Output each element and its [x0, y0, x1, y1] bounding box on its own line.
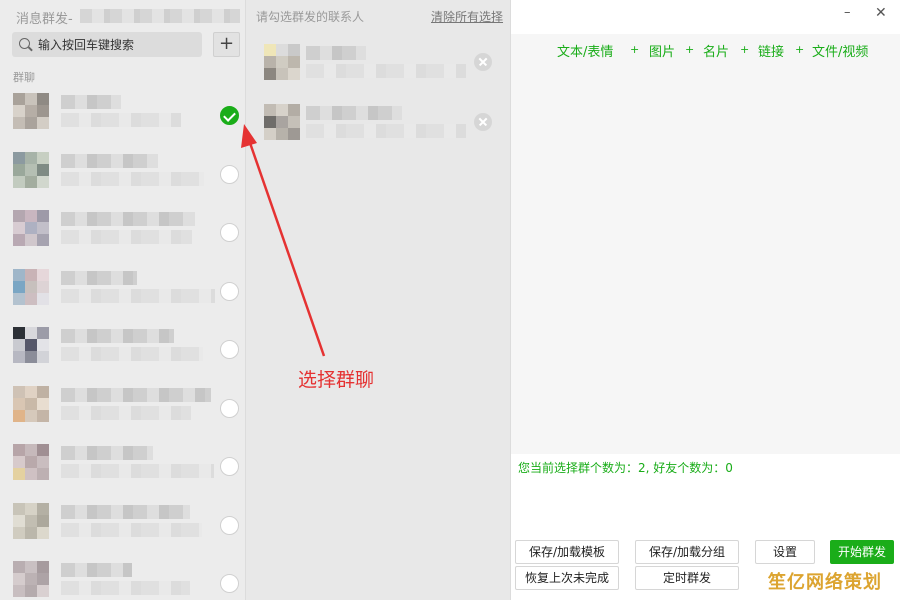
- avatar: [13, 268, 49, 305]
- contact-name-blurred: [61, 329, 174, 343]
- search-box[interactable]: [12, 32, 202, 57]
- contact-subtext-blurred: [61, 522, 202, 537]
- contact-subtext-blurred: [61, 581, 190, 595]
- contact-row[interactable]: [0, 263, 246, 321]
- avatar: [13, 210, 49, 246]
- toolbar-plus-icon: +: [630, 43, 640, 56]
- message-editor[interactable]: [511, 64, 900, 454]
- close-button[interactable]: ✕: [875, 5, 887, 21]
- toolbar-card[interactable]: 名片: [703, 41, 729, 60]
- toolbar-plus-icon: +: [795, 43, 805, 56]
- contact-name-blurred: [61, 153, 158, 168]
- contact-row[interactable]: [0, 321, 246, 379]
- select-checkbox[interactable]: [220, 223, 239, 242]
- panel-title: 消息群发-: [16, 12, 73, 27]
- add-button[interactable]: +: [213, 32, 240, 57]
- blurred-account-name: [80, 9, 240, 23]
- contact-subtext-blurred: [61, 113, 181, 127]
- annotation-label: 选择群聊: [298, 369, 375, 391]
- contact-row[interactable]: [0, 438, 246, 496]
- select-checkbox[interactable]: [220, 398, 239, 418]
- start-broadcast-button[interactable]: 开始群发: [830, 540, 894, 564]
- remove-selection-icon[interactable]: [474, 53, 492, 71]
- toolbar-link[interactable]: 链接: [758, 41, 784, 60]
- contact-subtext-blurred: [61, 405, 191, 420]
- selected-panel: 请勾选群发的联系人 清除所有选择: [246, 0, 511, 600]
- contact-row[interactable]: [0, 380, 246, 438]
- remove-selection-icon[interactable]: [474, 113, 492, 131]
- selection-count-status: 您当前选择群个数为：2, 好友个数为：0: [518, 461, 733, 475]
- restore-unfinished-button[interactable]: 恢复上次未完成: [515, 566, 619, 590]
- selected-name-blurred: [306, 106, 402, 120]
- contact-name-blurred: [61, 446, 153, 460]
- select-checkbox-checked[interactable]: [220, 106, 239, 125]
- section-label-group-chats: 群聊: [13, 71, 35, 84]
- select-checkbox[interactable]: [220, 574, 239, 593]
- contact-row[interactable]: [0, 497, 246, 555]
- avatar: [13, 561, 49, 597]
- contact-subtext-blurred: [61, 464, 214, 478]
- avatar: [264, 44, 300, 80]
- toolbar-image[interactable]: 图片: [649, 41, 675, 60]
- avatar: [13, 444, 49, 480]
- avatar: [13, 93, 49, 129]
- contact-name-blurred: [61, 270, 137, 285]
- avatar: [13, 502, 49, 539]
- selected-contact-row: [246, 40, 508, 86]
- avatar: [13, 327, 49, 363]
- toolbar-text-emoji[interactable]: 文本/表情: [557, 41, 613, 60]
- search-input[interactable]: [36, 35, 200, 55]
- contacts-panel: 消息群发- + 群聊: [0, 0, 246, 600]
- contact-name-blurred: [61, 563, 132, 577]
- avatar: [13, 385, 49, 422]
- save-load-template-button[interactable]: 保存/加载模板: [515, 540, 619, 564]
- search-icon: [19, 38, 30, 49]
- avatar: [13, 151, 49, 188]
- contact-row[interactable]: [0, 146, 246, 204]
- contact-name-blurred: [61, 504, 190, 519]
- selected-panel-title: 请勾选群发的联系人: [256, 10, 365, 24]
- selected-name-blurred: [306, 46, 366, 60]
- selected-contact-row: [246, 100, 508, 146]
- compose-panel: – ✕ 文本/表情 + 图片 + 名片 + 链接 + 文件/视频 您当前选择群个…: [511, 0, 900, 600]
- settings-button[interactable]: 设置: [755, 540, 815, 564]
- minimize-button[interactable]: –: [844, 5, 851, 20]
- scheduled-broadcast-button[interactable]: 定时群发: [635, 566, 739, 590]
- selected-subtext-blurred: [306, 124, 466, 138]
- clear-all-selection-link[interactable]: 清除所有选择: [431, 8, 503, 25]
- select-checkbox[interactable]: [220, 515, 239, 535]
- contact-name-blurred: [61, 212, 195, 226]
- select-checkbox[interactable]: [220, 340, 239, 359]
- select-checkbox[interactable]: [220, 281, 239, 301]
- contact-name-blurred: [61, 387, 211, 402]
- contact-subtext-blurred: [61, 347, 203, 361]
- contact-subtext-blurred: [61, 230, 192, 244]
- contact-row[interactable]: [0, 87, 246, 145]
- watermark: 笙亿网络策划: [768, 572, 882, 593]
- toolbar-file-video[interactable]: 文件/视频: [812, 41, 868, 60]
- select-checkbox[interactable]: [220, 457, 239, 476]
- contact-subtext-blurred: [61, 288, 215, 303]
- contact-row[interactable]: [0, 555, 246, 613]
- toolbar-plus-icon: +: [740, 43, 750, 56]
- toolbar-plus-icon: +: [685, 43, 695, 56]
- save-load-group-button[interactable]: 保存/加载分组: [635, 540, 739, 564]
- selected-subtext-blurred: [306, 64, 466, 78]
- contact-row[interactable]: [0, 204, 246, 262]
- contact-name-blurred: [61, 95, 121, 109]
- avatar: [264, 104, 300, 140]
- message-type-toolbar: 文本/表情 + 图片 + 名片 + 链接 + 文件/视频: [511, 34, 900, 65]
- contact-subtext-blurred: [61, 171, 204, 186]
- select-checkbox[interactable]: [220, 164, 239, 184]
